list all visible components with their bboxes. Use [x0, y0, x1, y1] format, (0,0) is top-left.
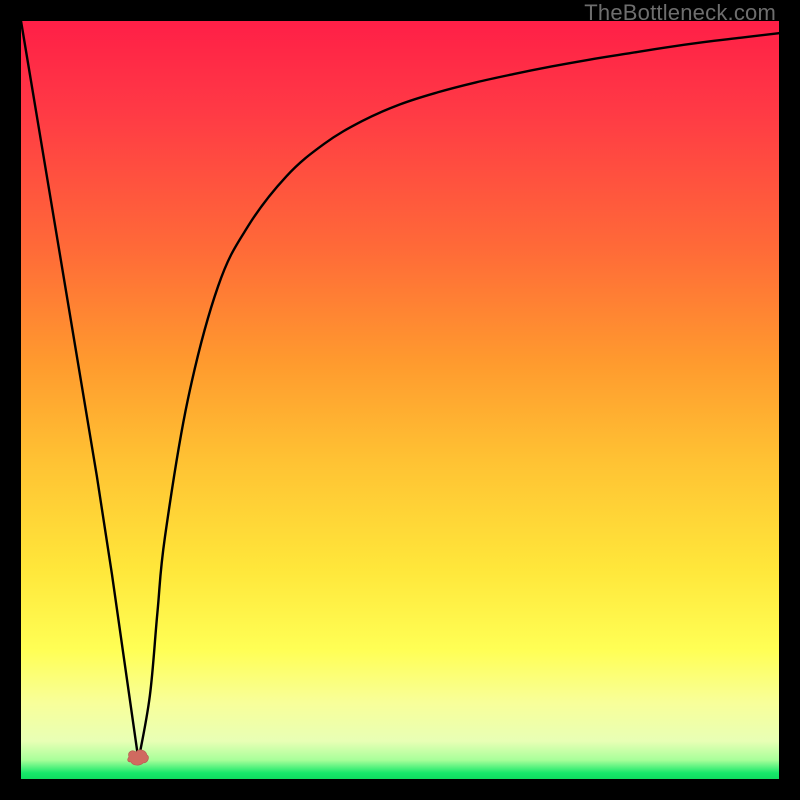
- optimal-marker: [123, 743, 153, 767]
- bottleneck-curve: [21, 21, 779, 779]
- watermark-text: TheBottleneck.com: [584, 0, 776, 26]
- plot-frame: [21, 21, 779, 779]
